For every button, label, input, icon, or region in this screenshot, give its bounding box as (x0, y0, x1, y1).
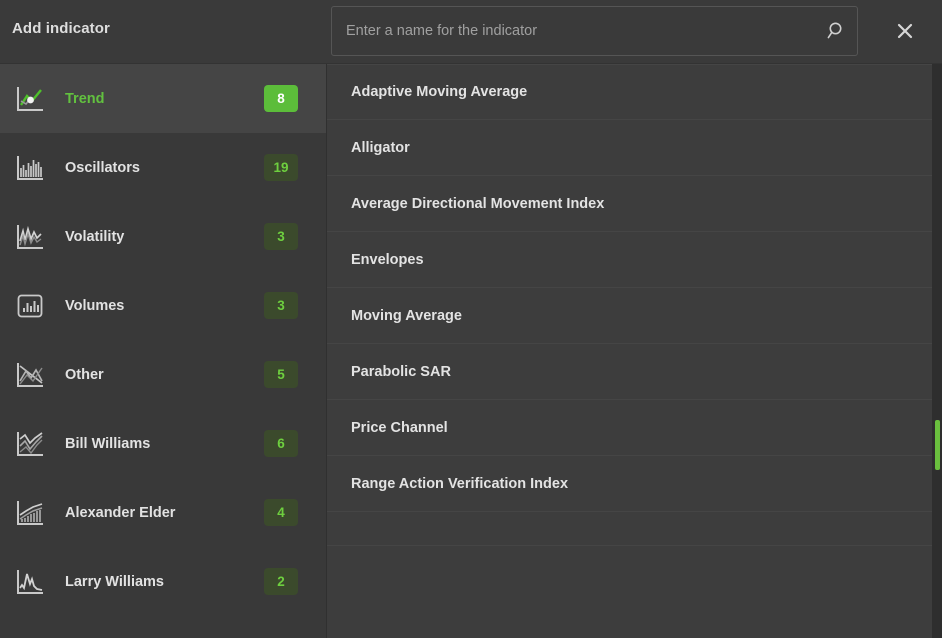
list-item[interactable]: Price Channel (327, 400, 942, 456)
sidebar-item-label: Trend (65, 90, 105, 107)
sidebar-item-count: 3 (264, 223, 298, 250)
sidebar-item-label: Other (65, 366, 104, 383)
sidebar-item-larry-williams[interactable]: Larry Williams 2 (0, 547, 326, 616)
search-icon[interactable] (817, 8, 857, 54)
sidebar-item-count: 8 (264, 85, 298, 112)
page-title: Add indicator (12, 20, 110, 37)
sidebar-item-alexander-elder[interactable]: Alexander Elder 4 (0, 478, 326, 547)
volumes-chart-icon (15, 290, 51, 322)
sidebar-item-volatility[interactable]: Volatility 3 (0, 202, 326, 271)
sidebar-item-count: 6 (264, 430, 298, 457)
search-input[interactable] (332, 8, 817, 54)
list-item[interactable]: Adaptive Moving Average (327, 64, 942, 120)
close-icon (897, 23, 913, 39)
search-box[interactable] (331, 6, 858, 56)
sidebar-item-label: Volatility (65, 228, 125, 245)
sidebar-item-volumes[interactable]: Volumes 3 (0, 271, 326, 340)
sidebar-item-label: Oscillators (65, 159, 140, 176)
sidebar-item-count: 2 (264, 568, 298, 595)
list-item[interactable]: Range Action Verification Index (327, 456, 942, 512)
sidebar-item-bill-williams[interactable]: Bill Williams 6 (0, 409, 326, 478)
category-sidebar: Trend 8 Oscillators 19 Volatility 3 Volu… (0, 64, 327, 638)
list-scrollbar-track[interactable] (932, 64, 942, 638)
sidebar-item-trend[interactable]: Trend 8 (0, 64, 326, 133)
list-item[interactable]: Average Directional Movement Index (327, 176, 942, 232)
dialog-body: Trend 8 Oscillators 19 Volatility 3 Volu… (0, 64, 942, 638)
sidebar-item-oscillators[interactable]: Oscillators 19 (0, 133, 326, 202)
sidebar-item-count: 4 (264, 499, 298, 526)
sidebar-item-label: Volumes (65, 297, 125, 314)
larry-williams-chart-icon (15, 566, 51, 598)
sidebar-item-other[interactable]: Other 5 (0, 340, 326, 409)
list-filler (327, 512, 942, 546)
other-chart-icon (15, 359, 51, 391)
sidebar-item-count: 19 (264, 154, 298, 181)
sidebar-item-label: Alexander Elder (65, 504, 176, 521)
sidebar-item-count: 5 (264, 361, 298, 388)
alexander-elder-chart-icon (15, 497, 51, 529)
close-button[interactable] (890, 16, 920, 46)
list-item[interactable]: Alligator (327, 120, 942, 176)
bill-williams-chart-icon (15, 428, 51, 460)
sidebar-item-label: Bill Williams (65, 435, 151, 452)
list-item[interactable]: Parabolic SAR (327, 344, 942, 400)
sidebar-item-label: Larry Williams (65, 573, 164, 590)
list-scrollbar-thumb[interactable] (935, 420, 940, 470)
volatility-chart-icon (15, 221, 51, 253)
indicator-list: Adaptive Moving Average Alligator Averag… (327, 64, 942, 638)
dialog-header: Add indicator (0, 0, 942, 64)
oscillators-chart-icon (15, 152, 51, 184)
list-item[interactable]: Envelopes (327, 232, 942, 288)
trend-chart-icon (15, 83, 51, 115)
indicator-list-pane: Adaptive Moving Average Alligator Averag… (327, 64, 942, 638)
list-item[interactable]: Moving Average (327, 288, 942, 344)
add-indicator-dialog: Add indicator Enter a name for the indic… (0, 0, 942, 638)
sidebar-item-count: 3 (264, 292, 298, 319)
